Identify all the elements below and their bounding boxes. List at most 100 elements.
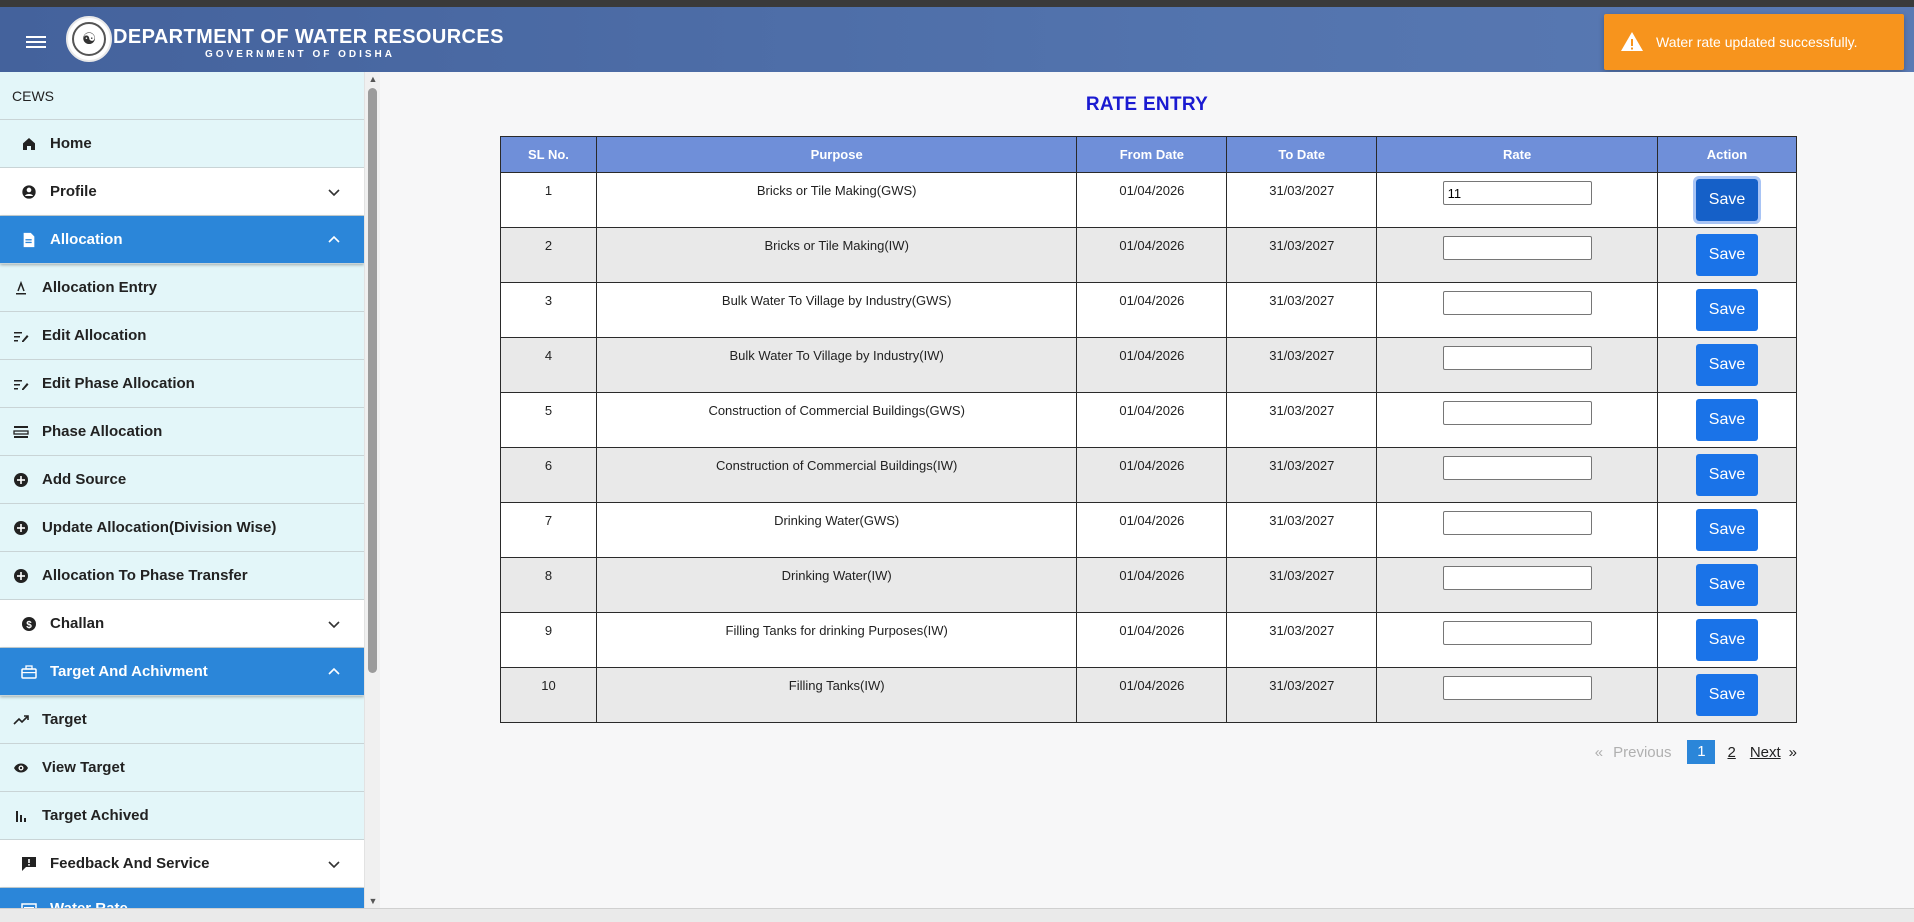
sidebar-item-water-rate[interactable]: Water Rate: [0, 888, 364, 908]
save-button[interactable]: Save: [1696, 399, 1759, 441]
sidebar-item-feedback-and-service[interactable]: Feedback And Service: [0, 840, 364, 888]
rate-input[interactable]: [1442, 511, 1592, 535]
main-content: RATE ENTRY SL No. Purpose From Date To D…: [380, 72, 1914, 908]
sidebar-item-target[interactable]: Target: [0, 696, 364, 744]
sidebar-item-target-achived[interactable]: Target Achived: [0, 792, 364, 840]
sidebar-scrollbar[interactable]: ▲ ▼: [364, 72, 380, 908]
sidebar-item-allocation[interactable]: Allocation: [0, 216, 364, 264]
rate-input[interactable]: [1442, 291, 1592, 315]
action-cell: Save: [1657, 227, 1797, 283]
table-row: 6 Construction of Commercial Buildings(I…: [500, 447, 1797, 503]
sidebar-item-phase-allocation[interactable]: Phase Allocation: [0, 408, 364, 456]
success-toast: Water rate updated successfully.: [1604, 14, 1904, 70]
sidebar-item-label: Profile: [50, 183, 97, 200]
from-date-cell: 01/04/2026: [1076, 667, 1228, 723]
feedback-icon: [20, 855, 38, 873]
sidebar-item-allocation-entry[interactable]: Allocation Entry: [0, 264, 364, 312]
eye-icon: [12, 759, 30, 777]
sidebar-item-home[interactable]: Home: [0, 120, 364, 168]
sidebar-item-label: Home: [50, 135, 92, 152]
save-button[interactable]: Save: [1696, 344, 1759, 386]
sidebar-item-edit-allocation[interactable]: Edit Allocation: [0, 312, 364, 360]
save-button[interactable]: Save: [1696, 674, 1759, 716]
purpose-cell: Drinking Water(IW): [595, 557, 1078, 613]
rate-input[interactable]: [1442, 456, 1592, 480]
sidebar-item-label: Add Source: [42, 471, 127, 488]
purpose-cell: Drinking Water(GWS): [595, 502, 1078, 558]
warning-icon: [1621, 32, 1643, 51]
save-button[interactable]: Save: [1696, 619, 1759, 661]
rate-input[interactable]: [1442, 676, 1592, 700]
chevron-down-icon: [328, 189, 340, 197]
to-date-cell: 31/03/2027: [1226, 447, 1378, 503]
next-chevron-icon: »: [1788, 743, 1797, 761]
save-button[interactable]: Save: [1696, 509, 1759, 551]
sidebar-item-allocation-to-phase-transfer[interactable]: Allocation To Phase Transfer: [0, 552, 364, 600]
action-cell: Save: [1657, 172, 1797, 228]
sidebar-item-label: Allocation To Phase Transfer: [42, 567, 248, 584]
action-cell: Save: [1657, 612, 1797, 668]
rate-input[interactable]: [1442, 346, 1592, 370]
table-row: 9 Filling Tanks for drinking Purposes(IW…: [500, 612, 1797, 668]
page-1-current[interactable]: 1: [1687, 740, 1716, 764]
save-button[interactable]: Save: [1696, 289, 1759, 331]
from-date-cell: 01/04/2026: [1076, 392, 1228, 448]
sidebar-item-view-target[interactable]: View Target: [0, 744, 364, 792]
save-button[interactable]: Save: [1696, 454, 1759, 496]
edit-list-icon: [12, 375, 30, 393]
header-title: DEPARTMENT OF WATER RESOURCES: [113, 26, 504, 48]
sidebar-item-target-and-achivment[interactable]: Target And Achivment: [0, 648, 364, 696]
save-button[interactable]: Save: [1696, 234, 1759, 276]
rate-input[interactable]: [1442, 621, 1592, 645]
table-row: 7 Drinking Water(GWS) 01/04/2026 31/03/2…: [500, 502, 1797, 558]
action-cell: Save: [1657, 282, 1797, 338]
rate-input[interactable]: [1442, 236, 1592, 260]
column-header-from-date: From Date: [1076, 136, 1228, 173]
chevron-up-icon: [328, 667, 340, 675]
scroll-down-arrow-icon[interactable]: ▼: [368, 896, 378, 906]
rate-input[interactable]: [1442, 566, 1592, 590]
sidebar-item-label: View Target: [42, 759, 125, 776]
column-header-action: Action: [1657, 136, 1797, 173]
scroll-up-arrow-icon[interactable]: ▲: [368, 74, 378, 84]
document-icon: [20, 231, 38, 249]
previous-link[interactable]: Previous: [1613, 744, 1671, 761]
horizontal-scrollbar[interactable]: [0, 908, 1914, 922]
to-date-cell: 31/03/2027: [1226, 282, 1378, 338]
sidebar-item-challan[interactable]: $ Challan: [0, 600, 364, 648]
to-date-cell: 31/03/2027: [1226, 502, 1378, 558]
action-cell: Save: [1657, 557, 1797, 613]
sidebar-item-label: Update Allocation(Division Wise): [42, 519, 277, 536]
sidebar-item-add-source[interactable]: Add Source: [0, 456, 364, 504]
hamburger-menu-icon[interactable]: [26, 33, 46, 49]
rate-input[interactable]: [1442, 401, 1592, 425]
save-button[interactable]: Save: [1696, 564, 1759, 606]
page-title: RATE ENTRY: [1085, 94, 1209, 115]
save-button[interactable]: Save: [1693, 176, 1762, 224]
column-header-to-date: To Date: [1226, 136, 1378, 173]
sidebar-item-label: Edit Phase Allocation: [42, 375, 195, 392]
sidebar-item-update-allocation[interactable]: Update Allocation(Division Wise): [0, 504, 364, 552]
trending-up-icon: [12, 711, 30, 729]
chevron-down-icon: [328, 621, 340, 629]
previous-chevron-icon: «: [1594, 743, 1604, 761]
scrollbar-thumb[interactable]: [368, 88, 377, 673]
chevron-up-icon: [328, 235, 340, 243]
sidebar-item-edit-phase-allocation[interactable]: Edit Phase Allocation: [0, 360, 364, 408]
rate-cell: [1376, 612, 1659, 668]
table-row: 1 Bricks or Tile Making(GWS) 01/04/2026 …: [500, 172, 1797, 228]
sl-no-cell: 3: [500, 282, 597, 338]
sidebar-item-profile[interactable]: Profile: [0, 168, 364, 216]
next-link[interactable]: Next: [1750, 744, 1781, 761]
rate-input[interactable]: [1442, 181, 1592, 205]
sl-no-cell: 1: [500, 172, 597, 228]
page-2-link[interactable]: 2: [1727, 744, 1735, 761]
to-date-cell: 31/03/2027: [1226, 667, 1378, 723]
rate-cell: [1376, 337, 1659, 393]
pagination: « Previous 1 2 Next »: [1595, 740, 1797, 764]
table-row: 5 Construction of Commercial Buildings(G…: [500, 392, 1797, 448]
sl-no-cell: 2: [500, 227, 597, 283]
action-cell: Save: [1657, 447, 1797, 503]
action-cell: Save: [1657, 502, 1797, 558]
sidebar-section-cews: CEWS: [0, 72, 364, 120]
